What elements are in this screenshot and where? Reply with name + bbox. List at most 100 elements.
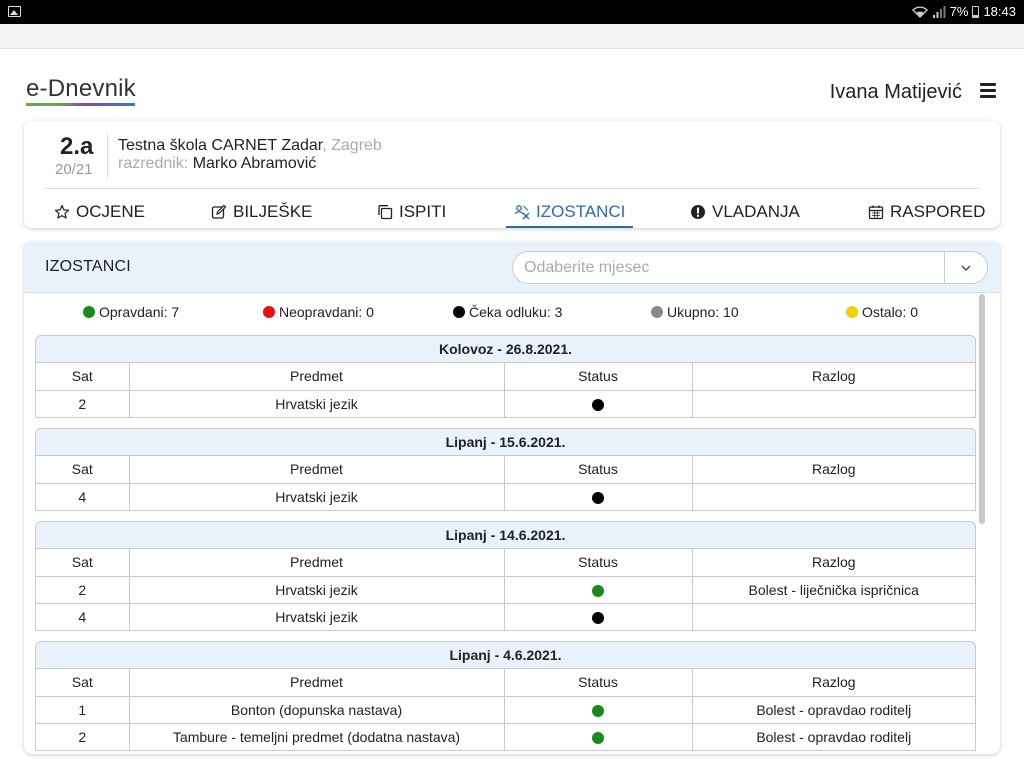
col-razlog: Razlog [692,363,975,391]
signal-icon [932,5,946,18]
tab-izostanci[interactable]: IZOSTANCI [505,197,634,228]
table-row: 4 Hrvatski jezik [36,483,975,510]
day-block: Lipanj - 15.6.2021. Sat Predmet Status R… [35,428,976,511]
class-card: 2.a 20/21 Testna škola CARNET Zadar, Zag… [24,121,1000,228]
absence-list[interactable]: Kolovoz - 26.8.2021. Sat Predmet Status … [35,335,976,753]
table-header-row: Sat Predmet Status Razlog [36,669,975,697]
absence-table: Sat Predmet Status Razlog 2 Hrvatski jez… [36,363,975,417]
cell-sat: 2 [36,390,130,417]
school-name: Testna škola CARNET Zadar [118,137,323,154]
legend-ceka-odluku: Čeka odluku: 3 [453,304,562,320]
school-year: 20/21 [55,161,93,178]
select-separator [944,252,945,283]
cell-predmet: Hrvatski jezik [129,576,505,604]
cell-sat: 2 [36,576,130,604]
absence-table: Sat Predmet Status Razlog 4 Hrvatski jez… [36,456,975,510]
image-notification-icon [8,6,21,17]
month-select[interactable]: Odaberite mjesec [512,251,988,284]
col-razlog: Razlog [692,456,975,484]
absences-title: IZOSTANCI [45,258,131,275]
legend-label: Opravdani: 7 [99,304,180,320]
table-row: 1 Bonton (dopunska nastava) Bolest - opr… [36,696,975,724]
status-dot [592,492,604,505]
tab-raspored[interactable]: RASPORED [868,197,985,227]
absence-icon [514,205,530,220]
day-title: Lipanj - 15.6.2021. [36,429,975,456]
star-icon [54,204,70,219]
tab-label: BILJEŠKE [233,202,313,221]
cell-sat: 4 [36,603,130,630]
tab-label: RASPORED [890,202,986,221]
month-select-placeholder: Odaberite mjesec [524,259,650,276]
col-razlog: Razlog [692,669,975,697]
day-title: Lipanj - 14.6.2021. [36,522,975,549]
cell-razlog [692,390,975,417]
brand-logo[interactable]: e-Dnevnik [26,75,136,103]
legend-dot [453,306,465,318]
absences-header: IZOSTANCI Odaberite mjesec [24,242,1000,293]
copy-icon [378,205,393,220]
cell-status [504,483,693,510]
calendar-icon [868,205,884,220]
day-block: Lipanj - 4.6.2021. Sat Predmet Status Ra… [35,641,976,751]
col-sat: Sat [36,669,130,697]
absence-legend: Opravdani: 7 Neopravdani: 0 Čeka odluku:… [24,304,980,324]
battery-level: 7% [949,4,969,19]
table-row: 2 Hrvatski jezik [36,390,975,417]
cell-predmet: Hrvatski jezik [129,483,505,510]
col-predmet: Predmet [129,669,505,697]
cell-razlog: Bolest - opravdao roditelj [756,728,912,745]
cell-razlog [692,603,975,630]
day-title: Kolovoz - 26.8.2021. [36,336,975,363]
legend-label: Ukupno: 10 [667,304,739,320]
legend-dot [651,306,663,318]
col-status: Status [504,363,693,391]
scrollbar[interactable] [979,294,985,524]
tab-ispiti[interactable]: ISPITI [377,197,446,227]
class-name: 2.a [60,133,94,160]
legend-dot [83,306,95,318]
cell-predmet: Hrvatski jezik [129,603,505,630]
cell-predmet: Hrvatski jezik [129,390,505,417]
cell-status [504,696,693,724]
day-block: Kolovoz - 26.8.2021. Sat Predmet Status … [35,335,976,418]
legend-neopravdani: Neopravdani: 0 [263,304,374,320]
col-sat: Sat [36,363,130,391]
col-predmet: Predmet [129,363,505,391]
clock: 18:43 [983,4,1016,19]
absences-card: IZOSTANCI Odaberite mjesec Opravdani: 7 … [24,242,1000,754]
status-dot [592,584,604,597]
legend-opravdani: Opravdani: 7 [83,304,179,320]
hamburger-menu-icon[interactable] [980,83,996,98]
table-row: 2 Tambure - temeljni predmet (dodatna na… [36,723,975,750]
tab-vladanja[interactable]: VLADANJA [690,197,800,227]
cell-razlog: Bolest - liječnička ispričnica [692,576,975,604]
tabs-divider [45,188,979,189]
legend-ostalo: Ostalo: 0 [846,304,918,320]
legend-label: Čeka odluku: 3 [469,304,563,320]
day-block: Lipanj - 14.6.2021. Sat Predmet Status R… [35,521,976,631]
day-title: Lipanj - 4.6.2021. [36,642,975,669]
school-city: , Zagreb [322,137,382,154]
cell-predmet: Bonton (dopunska nastava) [129,696,505,724]
cell-status [504,723,693,750]
tab-ocjene[interactable]: OCJENE [54,197,145,227]
cell-predmet: Tambure - temeljni predmet (dodatna nast… [129,723,505,750]
wifi-icon [911,5,928,18]
tab-label: VLADANJA [712,202,800,221]
col-status: Status [504,549,693,577]
user-name[interactable]: Ivana Matijević [830,81,962,104]
cell-sat: 2 [36,723,130,750]
cell-razlog [692,483,975,510]
col-sat: Sat [36,549,130,577]
cell-sat: 1 [36,696,130,724]
status-dot [592,612,604,625]
cell-status [504,390,693,417]
chevron-down-icon[interactable] [960,262,972,274]
legend-ukupno: Ukupno: 10 [651,304,739,320]
legend-label: Ostalo: 0 [862,304,919,320]
tab-biljeske[interactable]: BILJEŠKE [211,197,312,227]
legend-dot [263,306,275,318]
col-razlog: Razlog [692,549,975,577]
cell-status [504,576,693,604]
